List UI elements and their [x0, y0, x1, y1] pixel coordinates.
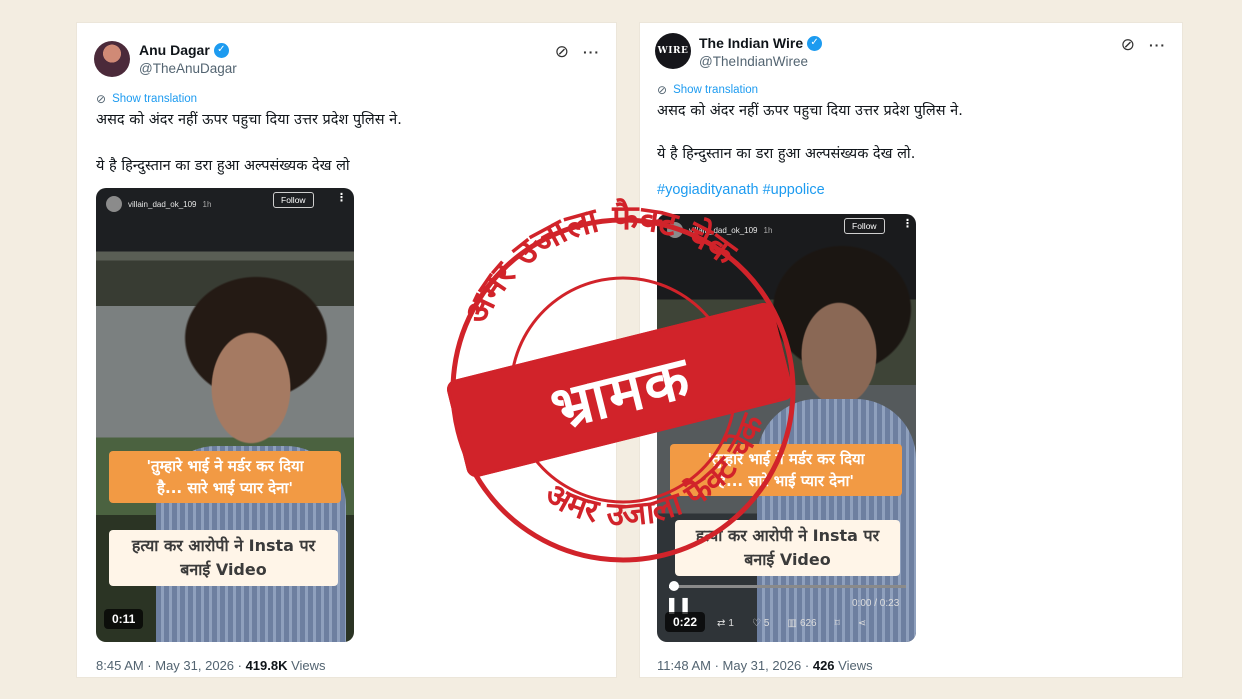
views-count: 419.8K [245, 658, 288, 673]
caption-headline-line-2: बनाई Video [744, 550, 831, 569]
video-player-time: 0:00 / 0:23 [852, 598, 900, 609]
video-duration-badge: 0:22 [665, 612, 706, 632]
avatar-logo-text: WIRE [657, 46, 689, 56]
retweet-count: 1 [728, 618, 734, 629]
caption-quote-line-2: है... सारे भाई प्यार देना' [157, 479, 293, 497]
caption-quote-line-1: 'तुम्हारे भाई ने मर्डर कर दिया [707, 450, 865, 468]
like-count: 5 [763, 618, 770, 629]
views-label: Views [834, 658, 873, 673]
share-icon[interactable]: ⋖ [858, 618, 866, 629]
caption-quote-line-1: 'तुम्हारे भाई ने मर्डर कर दिया [146, 457, 304, 475]
tweet-meta: 11:48 AM · May 31, 2026 · 426 Views [657, 658, 873, 673]
video-scrubber-handle[interactable] [669, 581, 679, 591]
verified-badge-icon: ✓ [213, 42, 229, 58]
show-translation-label: Show translation [673, 84, 759, 96]
author-name-row[interactable]: The Indian Wire ✓ [699, 35, 823, 51]
video-caption-headline: हत्या कर आरोपी ने Insta पर बनाई Video [675, 520, 900, 576]
translate-icon: ⊘ [657, 83, 668, 97]
tweet-meta: 8:45 AM · May 31, 2026 · 419.8K Views [96, 658, 326, 673]
show-translation-link[interactable]: ⊘ Show translation [657, 83, 758, 97]
video-player[interactable]: villain_dad_ok_109 1h Follow ⋮ 'तुम्हारे… [96, 188, 354, 642]
views-label: Views [287, 658, 326, 673]
bookmark-icon[interactable]: ⌑ [835, 618, 840, 629]
views-icon: ▥ [787, 618, 797, 629]
author-handle[interactable]: @TheIndianWiree [699, 54, 808, 69]
tweet-top-actions: ⊘ ··· [1121, 35, 1166, 55]
avatar[interactable] [94, 41, 130, 77]
video-follow-label: Follow [844, 218, 885, 234]
tweet-hashtags[interactable]: #yogiadityanath #uppolice [657, 182, 825, 198]
more-icon[interactable]: ··· [583, 44, 600, 60]
author-name[interactable]: Anu Dagar [139, 42, 210, 58]
tweet-timestamp[interactable]: 8:45 AM · May 31, 2026 · [96, 658, 246, 673]
video-caption-quote: 'तुम्हारे भाई ने मर्डर कर दिया है... सार… [109, 451, 341, 503]
retweet-icon: ⇄ [717, 618, 726, 629]
tweet-card-the-indian-wire: WIRE The Indian Wire ✓ @TheIndianWiree ⊘… [639, 22, 1183, 678]
views-count: 426 [812, 658, 835, 673]
tweet-text-line-2: ये है हिन्दुस्तान का डरा हुआ अल्पसंख्यक … [657, 146, 916, 162]
video-user-avatar [106, 196, 122, 212]
video-username: villain_dad_ok_109 [128, 199, 197, 209]
video-user-avatar [667, 222, 683, 238]
like-icon: ♡ [751, 618, 761, 629]
tweet-card-anu-dagar: Anu Dagar ✓ @TheAnuDagar ⊘ ··· ⊘ Show tr… [76, 22, 617, 678]
video-progress-bar[interactable] [669, 585, 906, 588]
retweet-stat[interactable]: ⇄ 1 [717, 618, 734, 629]
caption-quote-line-2: है... सारे भाई प्यार देना' [718, 472, 854, 490]
caption-headline-line-2: बनाई Video [180, 560, 267, 579]
video-age: 1h [763, 225, 773, 235]
video-overlay-user: villain_dad_ok_109 1h [106, 196, 211, 212]
tweet-text-line-1: असद को अंदर नहीं ऊपर पहुचा दिया उत्तर प्… [657, 103, 963, 119]
avatar[interactable]: WIRE [655, 33, 691, 69]
video-caption-headline: हत्या कर आरोपी ने Insta पर बनाई Video [109, 530, 338, 586]
tweet-text-line-2: ये है हिन्दुस्तान का डरा हुआ अल्पसंख्यक … [96, 158, 350, 174]
grok-icon[interactable]: ⊘ [555, 42, 569, 62]
more-icon[interactable]: ··· [1149, 37, 1166, 53]
show-translation-link[interactable]: ⊘ Show translation [96, 92, 197, 106]
video-overlay-user: villain_dad_ok_109 1h [667, 222, 772, 238]
author-handle[interactable]: @TheAnuDagar [139, 61, 237, 76]
show-translation-label: Show translation [112, 93, 198, 105]
verified-badge-icon: ✓ [807, 35, 823, 51]
translate-icon: ⊘ [96, 92, 107, 106]
video-more-icon: ⋮ [336, 192, 347, 204]
grok-icon[interactable]: ⊘ [1121, 35, 1135, 55]
video-duration-badge: 0:11 [104, 609, 144, 629]
author-name-row[interactable]: Anu Dagar ✓ [139, 42, 229, 58]
like-stat[interactable]: ♡ 5 [752, 618, 770, 629]
tweet-top-actions: ⊘ ··· [555, 42, 600, 62]
views-stat[interactable]: ▥ 626 [787, 618, 816, 629]
video-follow-label: Follow [273, 192, 314, 208]
caption-headline-line-1: हत्या कर आरोपी ने Insta पर [695, 526, 880, 545]
author-name[interactable]: The Indian Wire [699, 35, 803, 51]
video-player[interactable]: villain_dad_ok_109 1h Follow ⋮ 'तुम्हारे… [657, 214, 916, 642]
video-age: 1h [202, 199, 212, 209]
video-caption-quote: 'तुम्हारे भाई ने मर्डर कर दिया है... सार… [670, 444, 902, 496]
video-engagement-stats: ⇄ 1 ♡ 5 ▥ 626 ⌑ ⋖ [717, 618, 866, 629]
tweet-text-line-1: असद को अंदर नहीं ऊपर पहुचा दिया उत्तर प्… [96, 112, 402, 128]
caption-headline-line-1: हत्या कर आरोपी ने Insta पर [131, 536, 316, 555]
video-username: villain_dad_ok_109 [689, 225, 758, 235]
tweet-timestamp[interactable]: 11:48 AM · May 31, 2026 · [657, 658, 813, 673]
video-views-count: 626 [799, 618, 817, 629]
video-more-icon: ⋮ [902, 218, 913, 230]
